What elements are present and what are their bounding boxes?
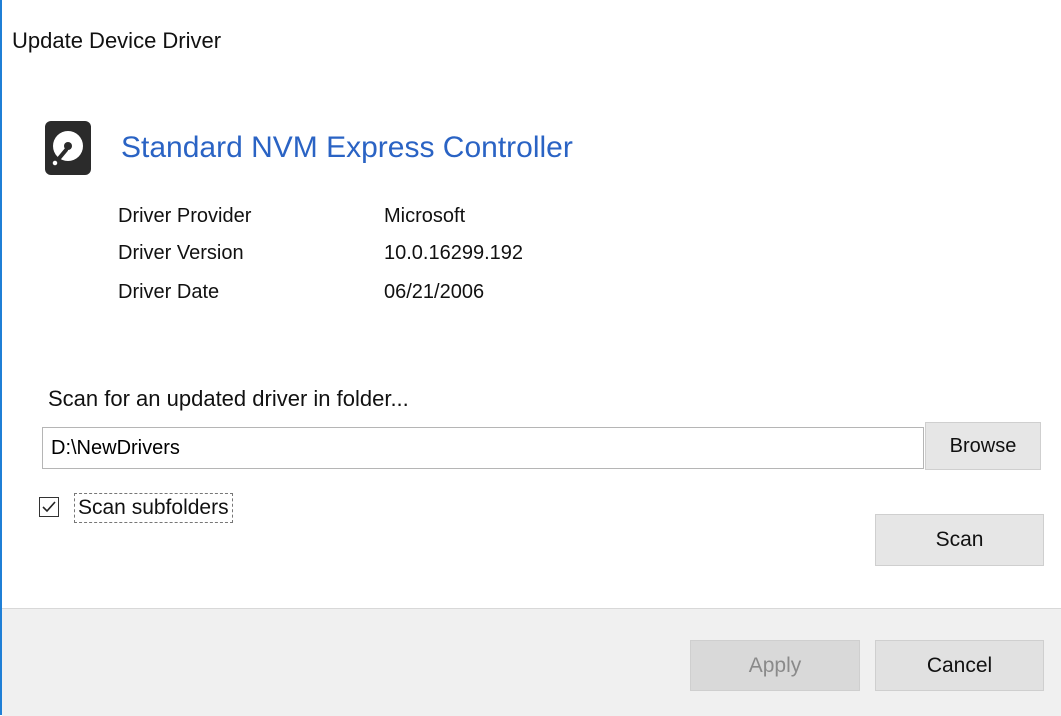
scan-folder-label: Scan for an updated driver in folder... [48,386,409,411]
browse-button[interactable]: Browse [925,422,1041,470]
checkmark-icon [42,501,56,513]
device-name: Standard NVM Express Controller [121,131,573,164]
window-title: Update Device Driver [12,28,222,53]
scan-button-label: Scan [935,528,984,551]
driver-provider-value: Microsoft [384,205,466,227]
browse-button-label: Browse [949,434,1017,457]
driver-date-value: 06/21/2006 [384,281,485,303]
driver-date-label: Driver Date [118,281,220,303]
scan-subfolders-label[interactable]: Scan subfolders [74,493,233,523]
folder-path-input[interactable] [42,427,924,469]
apply-button[interactable]: Apply [690,640,860,691]
cancel-button[interactable]: Cancel [875,640,1044,691]
scan-button[interactable]: Scan [875,514,1044,566]
driver-version-value: 10.0.16299.192 [384,242,524,264]
update-driver-window: Update Device Driver Standard NVM Expres… [0,0,1061,716]
apply-button-label: Apply [748,653,802,677]
cancel-button-label: Cancel [926,653,993,677]
driver-provider-label: Driver Provider [118,205,252,227]
driver-version-label: Driver Version [118,242,244,264]
hard-drive-icon [44,120,92,176]
scan-subfolders-checkbox[interactable] [39,497,59,517]
